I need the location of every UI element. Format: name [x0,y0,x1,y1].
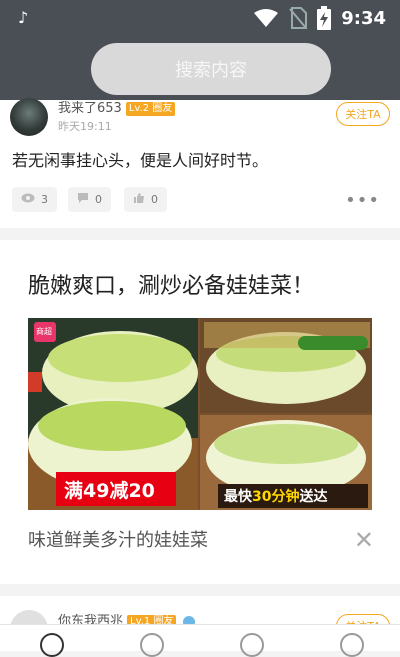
like-count-value: 0 [151,193,158,206]
username-text: 我来了653 [58,101,122,116]
ad-title: 脆嫩爽口，涮炒必备娃娃菜！ [28,274,315,299]
ad-image[interactable]: 商超 满49减20 最快30分钟送达 [28,318,372,510]
thumbs-up-icon [133,192,145,207]
avatar[interactable] [10,98,48,136]
clock: 9:34 [341,7,386,29]
no-sim-icon [289,7,308,29]
tiktok-icon: ♪ [18,8,29,27]
eye-icon [21,193,35,206]
battery-charging-icon [317,6,332,30]
username[interactable]: 我来了653 Lv.2 圈友 [58,97,176,116]
ad-subtitle: 味道鲜美多汁的娃娃菜 [28,530,208,551]
view-count: 3 [12,187,57,212]
more-options-icon[interactable]: ••• [345,190,380,211]
discover-tab-icon[interactable] [140,633,164,657]
close-icon[interactable]: ✕ [354,526,374,554]
comment-icon [77,192,89,207]
search-placeholder: 搜索内容 [175,60,247,81]
view-count-value: 3 [41,193,48,206]
level-badge: Lv.2 圈友 [125,101,176,116]
search-box[interactable]: 搜索内容 [91,43,331,95]
delivery-highlight: 30分钟 [252,489,300,505]
bottom-tab-bar [0,624,400,657]
post-card[interactable]: 我来了653 Lv.2 圈友 昨天19:11 关注TA 若无闲事挂心头，便是人间好… [0,97,400,228]
delivery-text: 最快30分钟送达 [224,486,327,506]
profile-tab-icon[interactable] [340,633,364,657]
delivery-prefix: 最快 [224,489,252,505]
post-content[interactable]: 若无闲事挂心头，便是人间好时节。 [12,147,268,171]
comment-button[interactable]: 0 [68,187,111,212]
like-button[interactable]: 0 [124,187,167,212]
logo-text: 商超 [36,327,52,336]
status-bar: ♪ 9:34 搜索内容 [0,0,400,100]
post-time: 昨天19:11 [58,120,112,133]
wifi-icon [254,9,279,27]
message-tab-icon[interactable] [240,633,264,657]
comment-count-value: 0 [95,193,102,206]
delivery-suffix: 送达 [299,489,328,505]
home-tab-icon[interactable] [40,633,64,657]
ad-card[interactable]: 脆嫩爽口，涮炒必备娃娃菜！ 商超 满49减20 最快30分钟送达 味道鲜美多汁的… [0,240,400,584]
promo-text: 满49减20 [64,480,155,502]
follow-button[interactable]: 关注TA [336,102,390,126]
status-icons: 9:34 [253,6,386,30]
